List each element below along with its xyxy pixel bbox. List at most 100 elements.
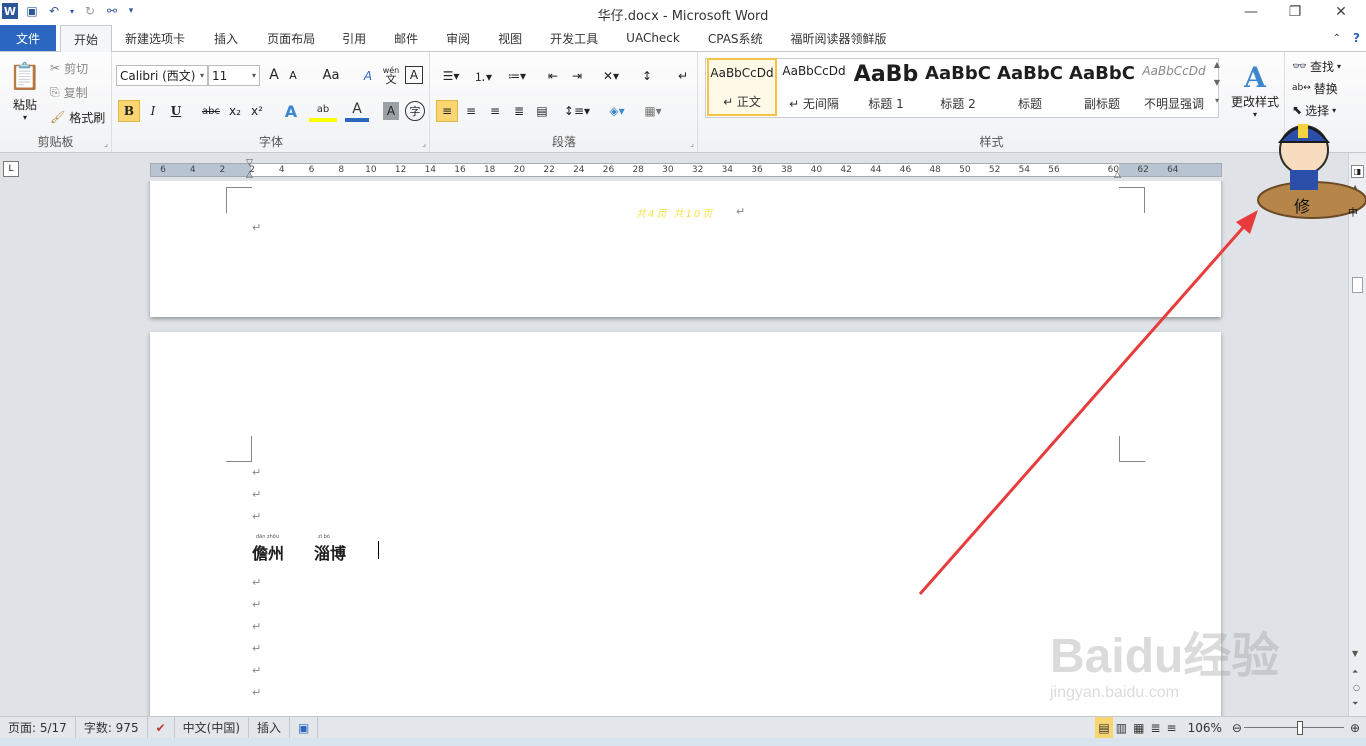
tab-review[interactable]: 审阅 (432, 25, 484, 51)
vertical-scrollbar[interactable]: ◨ ▲ ▼ ⏶ ○ ⏷ (1348, 153, 1366, 716)
tab-new[interactable]: 新建选项卡 (112, 25, 198, 51)
browse-object-icon[interactable]: ○ (1353, 683, 1360, 692)
asian-layout-icon[interactable]: ✕▾ (597, 66, 625, 86)
style-normal[interactable]: AaBbCcDd ↵ 正文 (707, 58, 777, 116)
zoom-level[interactable]: 106% (1180, 717, 1230, 739)
macro-icon[interactable]: ▣ (290, 716, 319, 739)
char-border-button[interactable]: A (405, 66, 423, 84)
text-line[interactable]: dān zhōu 儋州 zī bó 淄博 (252, 532, 452, 563)
tab-insert[interactable]: 插入 (198, 25, 254, 51)
subscript-button[interactable]: x₂ (225, 100, 245, 122)
font-color-button[interactable]: A (345, 100, 369, 122)
help-icon[interactable]: ? (1347, 25, 1366, 51)
full-screen-reading-icon[interactable]: ▥ (1113, 717, 1130, 739)
right-indent-marker[interactable]: △ (1114, 170, 1121, 180)
tab-cpas[interactable]: CPAS系统 (694, 25, 777, 51)
tab-developer[interactable]: 开发工具 (536, 25, 612, 51)
numbering-icon[interactable]: ⒈▾ (469, 66, 497, 86)
paste-button[interactable]: 📋 粘贴 ▾ (4, 56, 46, 128)
font-size-combo[interactable]: 11 ▾ (208, 65, 260, 86)
bullets-icon[interactable]: ☰▾ (437, 66, 465, 86)
clear-format-icon[interactable]: A (358, 66, 378, 86)
line-spacing-icon[interactable]: ↕≡▾ (563, 100, 591, 122)
increase-indent-icon[interactable]: ⇥ (567, 66, 587, 86)
web-layout-icon[interactable]: ▦ (1130, 717, 1147, 739)
scroll-thumb[interactable] (1352, 277, 1363, 293)
tab-selector-icon[interactable]: L (3, 161, 19, 177)
char-shading-button[interactable]: A (383, 102, 399, 120)
dialog-launcher-icon[interactable]: ⌟ (104, 139, 108, 148)
tab-references[interactable]: 引用 (328, 25, 380, 51)
horizontal-ruler[interactable]: L 6 4 2 2 4 6 8 10 12 14 16 18 20 22 24 26 28 30 32 34 36 38 4… (0, 153, 1366, 181)
language-status[interactable]: 中文(中国) (175, 716, 250, 739)
style-subtle-emphasis[interactable]: AaBbCcDd 不明显强调 (1139, 58, 1209, 116)
tab-home[interactable]: 开始 (60, 25, 113, 52)
dialog-launcher-icon[interactable]: ⌟ (690, 139, 694, 148)
prev-page-icon[interactable]: ⏶ (1352, 667, 1358, 677)
italic-button[interactable]: I (143, 100, 163, 122)
multilevel-list-icon[interactable]: ≔▾ (503, 66, 531, 86)
next-page-icon[interactable]: ⏷ (1352, 699, 1358, 709)
show-marks-icon[interactable]: ↵ (673, 66, 693, 86)
replace-button[interactable]: ab↔ 替换 (1292, 78, 1338, 98)
text-effects-icon[interactable]: A (279, 100, 303, 122)
style-heading2[interactable]: AaBbC 标题 2 (923, 58, 993, 116)
proofing-icon[interactable]: ✔ (148, 716, 175, 739)
borders-icon[interactable]: ▦▾ (639, 100, 667, 122)
find-button[interactable]: 👓 查找 ▾ (1292, 56, 1341, 76)
cut-button[interactable]: ✂ 剪切 (50, 58, 88, 78)
styles-more-icon[interactable]: ▾ (1211, 96, 1223, 114)
close-button[interactable]: ✕ (1326, 2, 1356, 22)
shrink-font-button[interactable]: A (285, 69, 301, 82)
bold-button[interactable]: B (118, 100, 140, 122)
zoom-slider-thumb[interactable] (1296, 720, 1303, 735)
highlight-icon[interactable]: ab (309, 100, 337, 122)
minimize-button[interactable]: — (1236, 2, 1266, 22)
word-count[interactable]: 字数: 975 (76, 716, 148, 739)
change-case-button[interactable]: Aa (318, 68, 344, 83)
zoom-out-icon[interactable]: ⊖ (1230, 717, 1244, 739)
copy-button[interactable]: ⎘ 复制 (50, 82, 88, 102)
insert-mode[interactable]: 插入 (249, 716, 291, 739)
style-heading1[interactable]: AaBb 标题 1 (851, 58, 921, 116)
tab-page-layout[interactable]: 页面布局 (254, 25, 328, 51)
restore-button[interactable]: ❐ (1280, 2, 1310, 22)
page-previous[interactable]: 共4页 共10页 ↵ ↵ (150, 181, 1221, 317)
justify-icon[interactable]: ≣ (508, 100, 530, 122)
font-name-combo[interactable]: Calibri (西文) ▾ (116, 65, 208, 86)
phonetic-guide-button[interactable]: wén 文 (381, 64, 401, 86)
hanging-indent-marker[interactable]: △ (246, 170, 253, 180)
underline-button[interactable]: U (166, 100, 186, 122)
styles-scroll-down-icon[interactable]: ▼ (1211, 78, 1223, 96)
style-no-spacing[interactable]: AaBbCcDd ↵ 无间隔 (779, 58, 849, 116)
draft-icon[interactable]: ≡ (1164, 717, 1180, 739)
align-right-icon[interactable]: ≡ (484, 100, 506, 122)
sort-icon[interactable]: ↕ (637, 66, 657, 86)
align-left-icon[interactable]: ≡ (436, 100, 458, 122)
tab-view[interactable]: 视图 (484, 25, 536, 51)
grow-font-button[interactable]: A (265, 67, 283, 83)
scroll-down-icon[interactable]: ▼ (1352, 649, 1358, 658)
decrease-indent-icon[interactable]: ⇤ (543, 66, 563, 86)
format-painter-button[interactable]: 🖌 格式刷 (50, 107, 105, 127)
enclose-char-button[interactable]: 字 (405, 101, 425, 121)
style-title[interactable]: AaBbC 标题 (995, 58, 1065, 116)
styles-scroll-up-icon[interactable]: ▲ (1211, 60, 1223, 78)
distributed-icon[interactable]: ▤ (531, 100, 553, 122)
zoom-slider[interactable] (1243, 717, 1344, 739)
tab-file[interactable]: 文件 (0, 25, 57, 51)
tab-mailings[interactable]: 邮件 (380, 25, 432, 51)
ribbon-collapse-icon[interactable]: ⌃ (1327, 25, 1347, 51)
print-layout-icon[interactable]: ▤ (1095, 716, 1113, 739)
tab-foxit[interactable]: 福昕阅读器领鲜版 (777, 25, 901, 51)
shading-icon[interactable]: ◈▾ (603, 100, 631, 122)
superscript-button[interactable]: x² (247, 100, 267, 122)
align-center-icon[interactable]: ≡ (460, 100, 482, 122)
tab-uacheck[interactable]: UACheck (612, 25, 694, 51)
strikethrough-button[interactable]: abc (199, 100, 223, 122)
page-count[interactable]: 页面: 5/17 (0, 716, 76, 739)
style-subtitle[interactable]: AaBbC 副标题 (1067, 58, 1137, 116)
first-line-indent-marker[interactable]: ▽ (246, 158, 253, 168)
dialog-launcher-icon[interactable]: ⌟ (422, 139, 426, 148)
outline-icon[interactable]: ≣ (1147, 717, 1163, 739)
